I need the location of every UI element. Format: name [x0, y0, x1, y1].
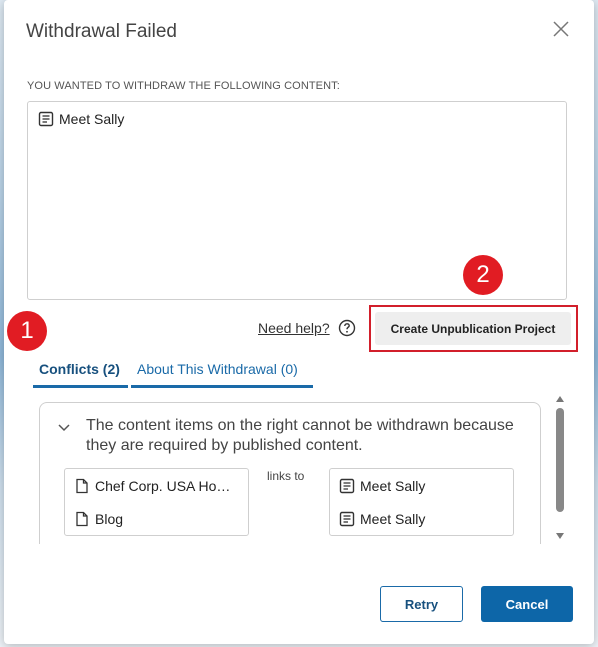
scroll-down-icon[interactable] — [556, 533, 564, 539]
required-content-list: Meet Sally Meet Sally — [329, 468, 514, 536]
links-to-label: links to — [267, 469, 305, 483]
close-icon[interactable] — [552, 20, 570, 38]
list-item-label: Meet Sally — [360, 478, 426, 494]
article-icon — [38, 111, 54, 127]
withdraw-content-label: YOU WANTED TO WITHDRAW THE FOLLOWING CON… — [27, 80, 340, 92]
list-item[interactable]: Meet Sally — [339, 511, 425, 527]
create-unpublication-project-button[interactable]: Create Unpublication Project — [375, 312, 571, 345]
dialog-title: Withdrawal Failed — [26, 21, 177, 42]
scroll-thumb[interactable] — [556, 408, 564, 512]
page-icon — [76, 511, 88, 527]
cancel-button[interactable]: Cancel — [481, 586, 573, 622]
list-item[interactable]: Blog — [74, 511, 123, 527]
list-item[interactable]: Meet Sally — [339, 478, 425, 494]
content-item: Meet Sally — [38, 111, 124, 127]
article-icon — [339, 478, 355, 494]
page-icon — [76, 478, 88, 494]
content-item-label: Meet Sally — [59, 111, 125, 127]
scroll-up-icon[interactable] — [556, 396, 564, 402]
tab-conflicts[interactable]: Conflicts (2) — [33, 358, 128, 388]
annotation-badge-1: 1 — [7, 311, 47, 351]
help-icon[interactable] — [338, 319, 356, 337]
tab-bar: Conflicts (2) About This Withdrawal (0) — [33, 358, 313, 388]
list-item-label: Chef Corp. USA Ho… — [95, 478, 231, 494]
list-item[interactable]: Chef Corp. USA Ho… — [74, 478, 230, 494]
list-item-label: Meet Sally — [360, 511, 426, 527]
list-item-label: Blog — [95, 511, 124, 527]
need-help-link[interactable]: Need help? — [258, 320, 330, 336]
vertical-scrollbar[interactable] — [555, 394, 565, 544]
chevron-down-icon[interactable] — [57, 423, 71, 433]
help-row: Need help? — [258, 319, 356, 337]
conflict-message: The content items on the right cannot be… — [86, 417, 514, 454]
withdrawal-failed-dialog: Withdrawal Failed YOU WANTED TO WITHDRAW… — [4, 0, 594, 644]
conflict-panel: The content items on the right cannot be… — [39, 402, 541, 544]
annotation-badge-2: 2 — [463, 255, 503, 295]
article-icon — [339, 511, 355, 527]
tab-about-withdrawal[interactable]: About This Withdrawal (0) — [131, 358, 313, 388]
requiring-content-list: Chef Corp. USA Ho… Blog — [64, 468, 249, 536]
retry-button[interactable]: Retry — [380, 586, 463, 622]
